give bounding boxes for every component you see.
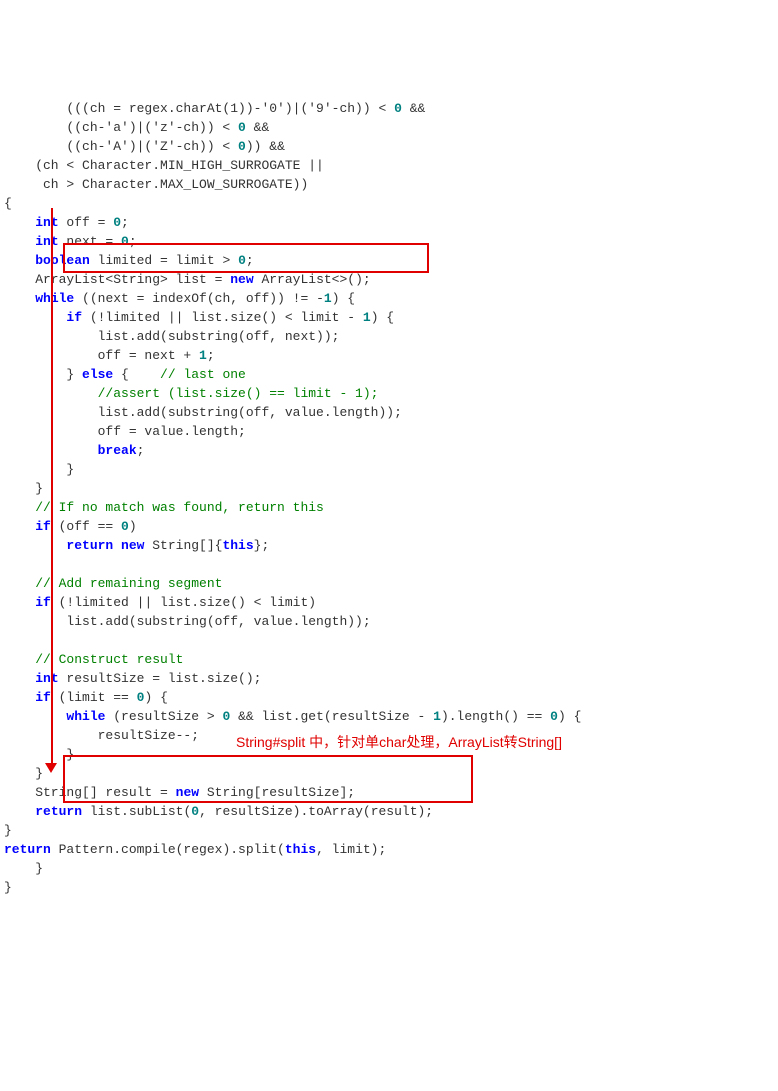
code-line: int resultSize = list.size(); (4, 671, 261, 686)
code-line: off = next + 1; (4, 348, 215, 363)
code-line: } (4, 462, 74, 477)
code-line: ch > Character.MAX_LOW_SURROGATE)) (4, 177, 308, 192)
code-line: // Add remaining segment (4, 576, 222, 591)
code-line: } (4, 823, 12, 838)
code-line: } (4, 747, 74, 762)
code-block: (((ch = regex.charAt(1))-'0')|('9'-ch)) … (4, 80, 774, 992)
annotation-text: String#split 中，针对单char处理，ArrayList转Strin… (236, 733, 562, 752)
code-line: list.add(substring(off, value.length)); (4, 405, 402, 420)
code-line: } (4, 766, 43, 781)
code-line: ((ch-'a')|('z'-ch)) < 0 && (4, 120, 269, 135)
code-line: } (4, 880, 12, 895)
code-line: list.add(substring(off, value.length)); (4, 614, 371, 629)
code-line: break; (4, 443, 144, 458)
code-line: ((ch-'A')|('Z'-ch)) < 0)) && (4, 139, 285, 154)
code-line: while (resultSize > 0 && list.get(result… (4, 709, 581, 724)
code-line: return list.subList(0, resultSize).toArr… (4, 804, 433, 819)
code-line: if (limit == 0) { (4, 690, 168, 705)
arrow-head-icon (45, 763, 57, 773)
code-line: (ch < Character.MIN_HIGH_SURROGATE || (4, 158, 324, 173)
code-line: int next = 0; (4, 234, 137, 249)
code-line: while ((next = indexOf(ch, off)) != -1) … (4, 291, 355, 306)
code-line: return new String[]{this}; (4, 538, 269, 553)
code-line: } (4, 481, 43, 496)
code-line: boolean limited = limit > 0; (4, 253, 254, 268)
code-line: String[] result = new String[resultSize]… (4, 785, 355, 800)
code-line: } (4, 861, 43, 876)
code-line: // Construct result (4, 652, 183, 667)
code-line: if (!limited || list.size() < limit) (4, 595, 316, 610)
code-line: { (4, 196, 12, 211)
code-line: list.add(substring(off, next)); (4, 329, 339, 344)
code-line: (((ch = regex.charAt(1))-'0')|('9'-ch)) … (4, 101, 425, 116)
code-line: if (!limited || list.size() < limit - 1)… (4, 310, 394, 325)
code-line: if (off == 0) (4, 519, 137, 534)
code-line: //assert (list.size() == limit - 1); (4, 386, 378, 401)
code-line: resultSize--; (4, 728, 199, 743)
code-line: off = value.length; (4, 424, 246, 439)
code-line: } else { // last one (4, 367, 246, 382)
code-line: return Pattern.compile(regex).split(this… (4, 842, 386, 857)
code-line: int off = 0; (4, 215, 129, 230)
code-line: ArrayList<String> list = new ArrayList<>… (4, 272, 371, 287)
code-line: // If no match was found, return this (4, 500, 324, 515)
